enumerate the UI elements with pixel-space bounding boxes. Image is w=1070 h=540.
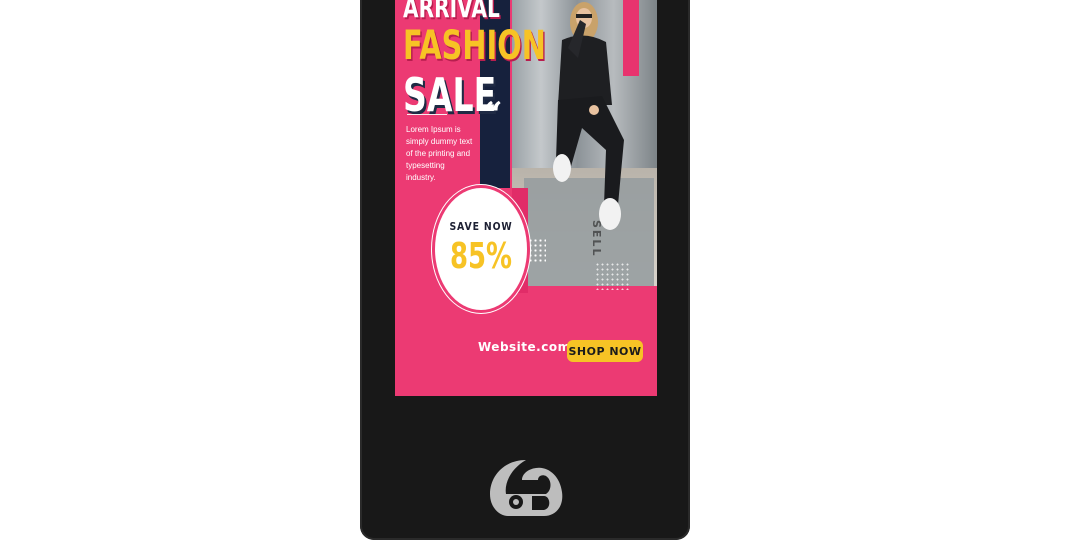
headline-fashion: FASHION bbox=[403, 23, 546, 69]
save-now-label: SAVE NOW bbox=[449, 220, 513, 233]
pink-accent-top bbox=[623, 0, 639, 76]
divider-line bbox=[407, 114, 447, 115]
brand-logo-icon bbox=[490, 460, 563, 516]
quote-mark: “ bbox=[483, 95, 503, 135]
discount-badge: SAVE NOW 85% bbox=[435, 188, 527, 310]
headline-arrival: ARRIVAL bbox=[403, 0, 500, 24]
website-link[interactable]: Website.com bbox=[478, 340, 571, 354]
digital-signage-kiosk: SELL ARRIVAL FASHION SALE “ Lorem Ipsum … bbox=[360, 0, 690, 540]
shop-now-button[interactable]: SHOP NOW bbox=[567, 340, 643, 362]
kiosk-screen: SELL ARRIVAL FASHION SALE “ Lorem Ipsum … bbox=[395, 0, 657, 396]
vertical-photo-text: SELL bbox=[590, 220, 603, 258]
dot-pattern bbox=[528, 238, 546, 262]
discount-percent: 85% bbox=[449, 236, 513, 277]
dot-pattern-photo bbox=[595, 262, 631, 290]
ad-description: Lorem Ipsum is simply dummy text of the … bbox=[406, 125, 473, 182]
